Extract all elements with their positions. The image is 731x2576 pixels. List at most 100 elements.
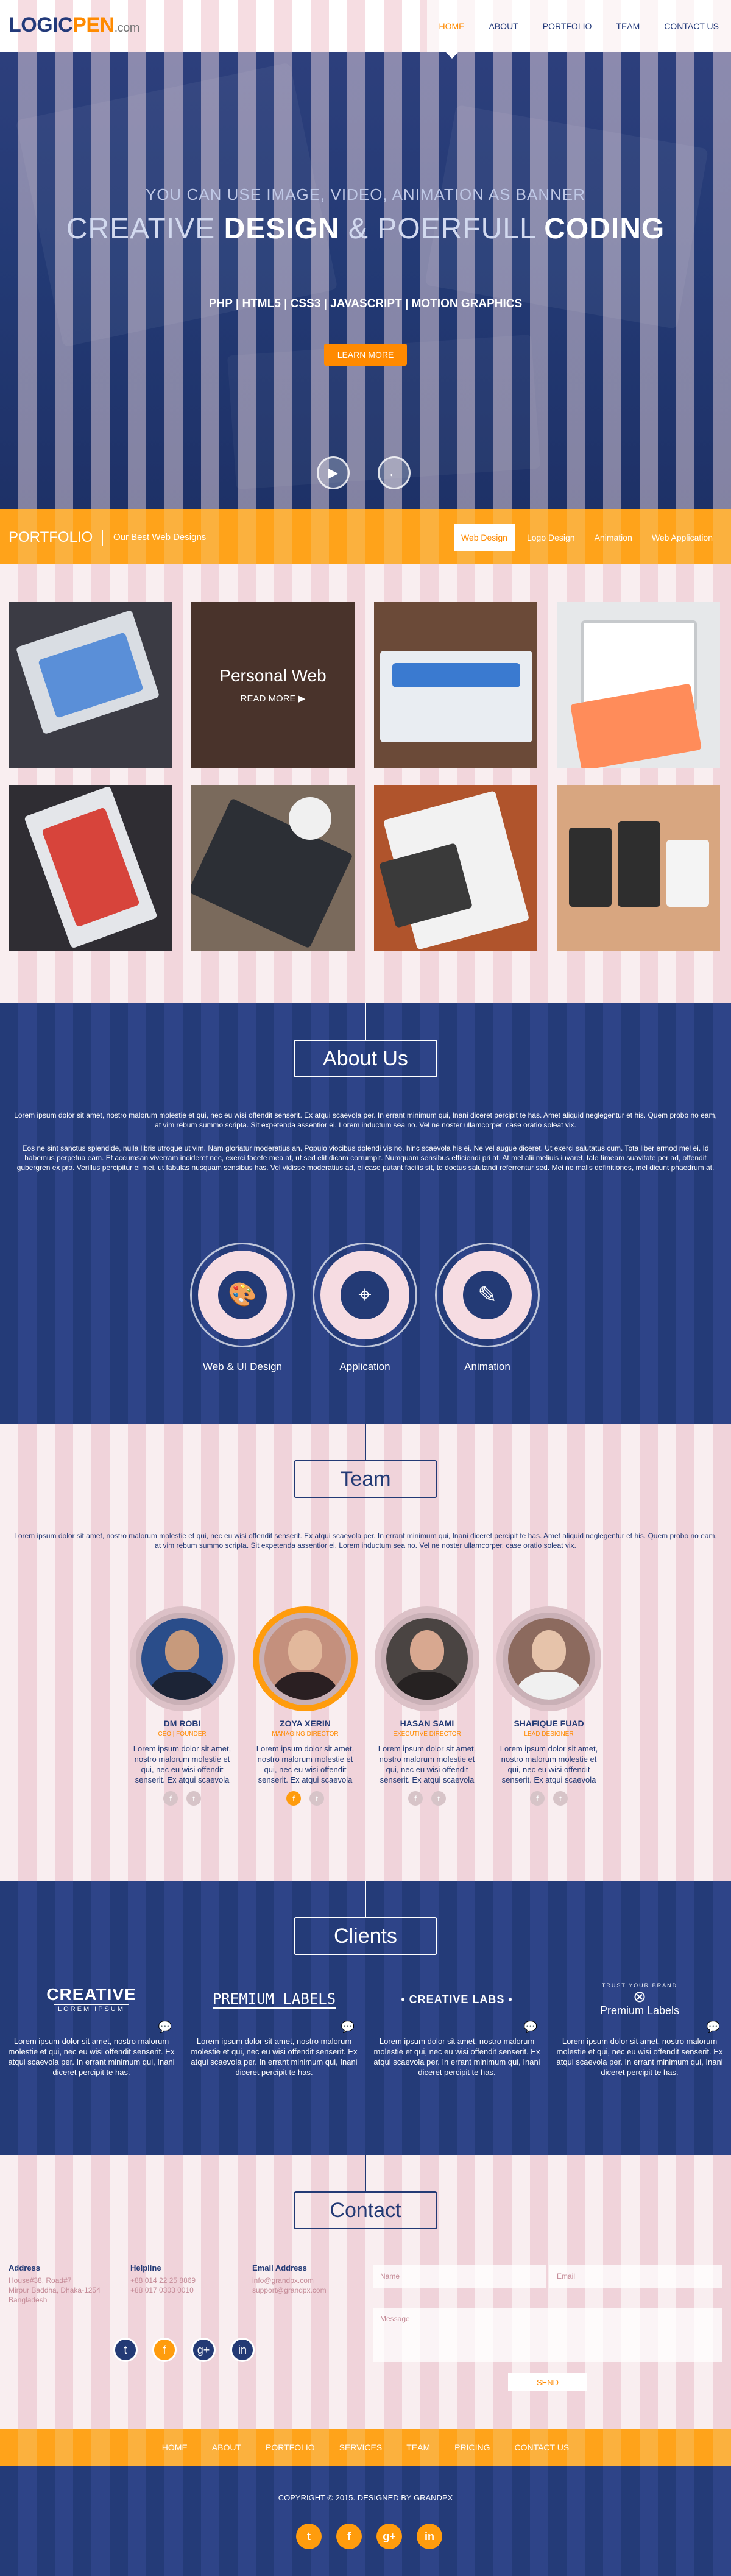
member-name: ZOYA XERIN — [280, 1719, 331, 1728]
email-block: Email Address info@grandpx.com support@g… — [252, 2263, 327, 2295]
client-logo-subtext: LOREM IPSUM — [54, 2004, 129, 2014]
portfolio-item[interactable] — [374, 785, 537, 951]
phone-number[interactable]: +88 017 0303 0010 — [130, 2285, 196, 2295]
twitter-icon[interactable]: t — [113, 2338, 138, 2362]
service-web-ui-design[interactable]: 🎨 Web & UI Design — [190, 1243, 295, 1373]
client-logo[interactable]: • CREATIVE LABS • — [372, 1978, 542, 2021]
portfolio-item[interactable] — [9, 785, 172, 951]
portfolio-item[interactable] — [9, 602, 172, 768]
footer-nav-team[interactable]: TEAM — [406, 2443, 430, 2452]
linkedin-icon[interactable]: in — [417, 2524, 442, 2549]
client-testimonial: Lorem ipsum dolor sit amet, nostro malor… — [373, 2037, 540, 2077]
phone-image — [618, 821, 660, 907]
filter-web-design[interactable]: Web Design — [453, 524, 515, 551]
address-line: Bangladesh — [9, 2296, 48, 2304]
team-member[interactable]: SHAFIQUE FUAD LEAD DESIGNER Lorem ipsum … — [495, 1606, 603, 1806]
nav-team[interactable]: TEAM — [604, 0, 652, 52]
play-icon[interactable]: ▶ — [317, 456, 350, 489]
divider — [365, 1424, 366, 1460]
nav-about[interactable]: ABOUT — [476, 0, 531, 52]
hero-title-part: DESIGN — [224, 213, 340, 245]
portfolio-item[interactable]: Personal Web READ MORE ▶ — [191, 602, 355, 768]
facebook-icon[interactable]: f — [530, 1791, 545, 1806]
twitter-icon[interactable]: t — [309, 1791, 324, 1806]
service-ring: ✎ — [435, 1243, 540, 1347]
twitter-icon[interactable]: t — [186, 1791, 201, 1806]
map-icon: ⌖ — [341, 1271, 389, 1319]
facebook-icon[interactable]: f — [408, 1791, 423, 1806]
member-role: MANAGING DIRECTOR — [272, 1731, 339, 1737]
portfolio-grid: Personal Web READ MORE ▶ — [0, 564, 731, 1003]
nav-home[interactable]: HOME — [426, 0, 477, 59]
footer-nav-services[interactable]: SERVICES — [339, 2443, 383, 2452]
twitter-icon[interactable]: t — [553, 1791, 568, 1806]
twitter-icon[interactable]: t — [431, 1791, 446, 1806]
team-title: Team — [294, 1460, 437, 1498]
portfolio-subtitle: Our Best Web Designs — [113, 532, 207, 542]
email-field[interactable]: Email — [549, 2265, 722, 2288]
message-field[interactable]: Message — [373, 2308, 722, 2362]
nav-contact[interactable]: CONTACT US — [652, 0, 731, 52]
service-inner: ⌖ — [320, 1251, 409, 1339]
name-field[interactable]: Name — [373, 2265, 546, 2288]
footer-nav-portfolio[interactable]: PORTFOLIO — [266, 2443, 315, 2452]
site-footer: COPYRIGHT © 2015. DESIGNED BY GRANDPX t … — [0, 2466, 731, 2576]
filter-logo-design[interactable]: Logo Design — [520, 524, 582, 551]
avatar — [130, 1606, 235, 1711]
screen-image — [41, 807, 140, 928]
filter-web-application[interactable]: Web Application — [644, 524, 720, 551]
hero-tags: PHP | HTML5 | CSS3 | JAVASCRIPT | MOTION… — [208, 297, 523, 310]
facebook-icon[interactable]: f — [163, 1791, 178, 1806]
service-animation[interactable]: ✎ Animation — [435, 1243, 540, 1373]
email-link[interactable]: support@grandpx.com — [252, 2285, 327, 2295]
about-paragraph: Lorem ipsum dolor sit amet, nostro malor… — [14, 1111, 717, 1129]
portfolio-hover-overlay: Personal Web READ MORE ▶ — [191, 602, 355, 768]
filter-animation[interactable]: Animation — [587, 524, 640, 551]
avatar — [375, 1606, 479, 1711]
hero-title-part: CODING — [544, 213, 665, 245]
client-logo[interactable]: TRUST YOUR BRAND ⊗ Premium Labels — [554, 1978, 725, 2021]
team-member[interactable]: DM ROBI CEO | FOUNDER Lorem ipsum dolor … — [128, 1606, 236, 1806]
service-application[interactable]: ⌖ Application — [313, 1243, 417, 1373]
member-social: ft — [251, 1791, 359, 1806]
about-section: About Us Lorem ipsum dolor sit amet, nos… — [0, 1003, 731, 1424]
client-logo[interactable]: PREMIUM LABELS — [189, 1978, 359, 2021]
client-logo-text: Premium Labels — [599, 2004, 680, 2017]
portfolio-bar: PORTFOLIO Our Best Web Designs Web Desig… — [0, 509, 731, 564]
hero-title-part: & POERFULL — [339, 213, 545, 245]
portfolio-item[interactable] — [191, 785, 355, 951]
learn-more-button[interactable]: LEARN MORE — [324, 344, 407, 366]
client-logo[interactable]: CREATIVE LOREM IPSUM — [6, 1978, 177, 2021]
portfolio-item[interactable] — [557, 602, 720, 768]
avatar-body — [395, 1672, 459, 1700]
client-logo-text: CREATIVE — [46, 1985, 136, 2004]
facebook-icon[interactable]: f — [336, 2524, 362, 2549]
twitter-icon[interactable]: t — [296, 2524, 322, 2549]
portfolio-item[interactable] — [557, 785, 720, 951]
footer-nav-about[interactable]: ABOUT — [212, 2443, 241, 2452]
linkedin-icon[interactable]: in — [230, 2338, 255, 2362]
copyright: COPYRIGHT © 2015. DESIGNED BY GRANDPX — [278, 2493, 453, 2502]
google-plus-icon[interactable]: g+ — [191, 2338, 216, 2362]
site-logo[interactable]: LOGICPEN.com — [9, 13, 139, 37]
facebook-icon[interactable]: f — [286, 1791, 301, 1806]
team-member[interactable]: ZOYA XERIN MANAGING DIRECTOR Lorem ipsum… — [251, 1606, 359, 1806]
footer-nav-contact[interactable]: CONTACT US — [514, 2443, 569, 2452]
previous-icon[interactable]: ← — [378, 456, 411, 489]
read-more-link[interactable]: READ MORE ▶ — [241, 693, 306, 704]
google-plus-icon[interactable]: g+ — [376, 2524, 402, 2549]
helpline-block: Helpline +88 014 22 25 8869 +88 017 0303… — [130, 2263, 196, 2295]
footer-nav-home[interactable]: HOME — [162, 2443, 188, 2452]
screen-image — [392, 663, 520, 687]
footer-nav-pricing[interactable]: PRICING — [454, 2443, 490, 2452]
portfolio-item[interactable] — [374, 602, 537, 768]
team-member[interactable]: HASAN SAMI EXECUTIVE DIRECTOR Lorem ipsu… — [373, 1606, 481, 1806]
nav-portfolio[interactable]: PORTFOLIO — [530, 0, 604, 52]
hero-subtitle: YOU CAN USE IMAGE, VIDEO, ANIMATION AS B… — [145, 185, 586, 204]
send-button[interactable]: SEND — [508, 2373, 587, 2391]
avatar-body — [273, 1672, 337, 1700]
service-label: Application — [339, 1361, 390, 1372]
phone-number[interactable]: +88 014 22 25 8869 — [130, 2276, 196, 2285]
facebook-icon[interactable]: f — [152, 2338, 177, 2362]
email-link[interactable]: info@grandpx.com — [252, 2276, 327, 2285]
